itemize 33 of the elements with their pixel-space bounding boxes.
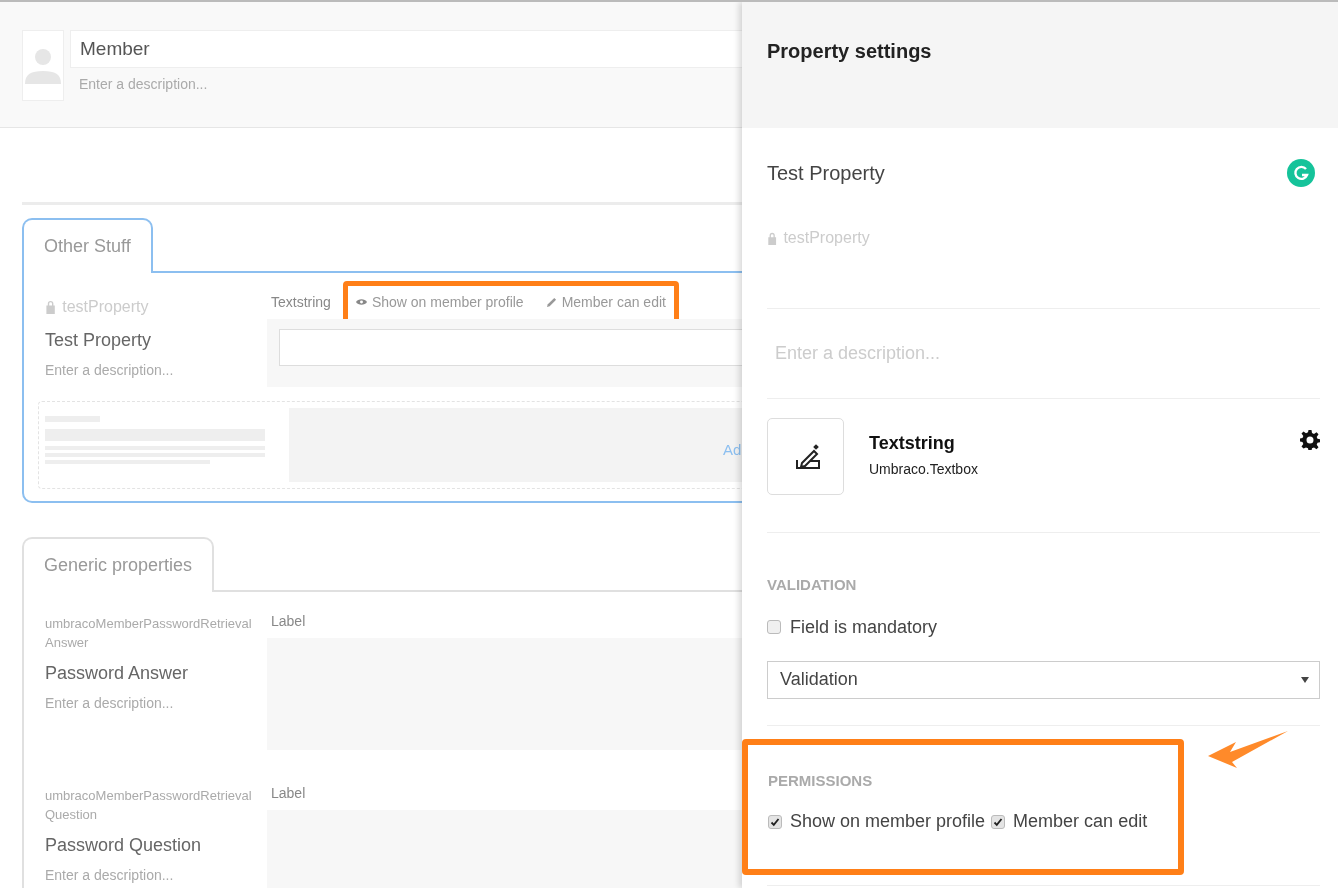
property-name-field[interactable]: Test Property — [767, 158, 1167, 188]
panel-title: Property settings — [767, 40, 932, 62]
permission-label: Show on member profile — [371, 292, 524, 312]
checkbox[interactable] — [768, 814, 782, 829]
property-name: Test Property — [45, 329, 153, 352]
section-heading: PERMISSIONS — [768, 770, 874, 791]
property-alias: umbracoMemberPasswordRetrievalQuestion — [45, 787, 253, 824]
caret-icon — [1301, 676, 1309, 683]
description-field[interactable]: Enter a description... — [45, 360, 245, 381]
property-name: Password Answer — [45, 662, 190, 685]
section-heading: VALIDATION — [767, 575, 858, 595]
property-alias: umbracoMemberPasswordRetrievalAnswer — [45, 615, 253, 652]
validation-select[interactable]: Validation — [767, 660, 1320, 699]
checkbox[interactable] — [991, 814, 1006, 829]
editor-name: Textstring — [869, 432, 956, 455]
permission-label: Member can edit — [561, 292, 666, 312]
eye-icon — [355, 298, 367, 306]
description-field[interactable]: Enter a description... — [70, 74, 742, 95]
text-field[interactable] — [279, 329, 742, 366]
property-name: Password Question — [45, 834, 203, 857]
pencil-icon — [545, 296, 557, 308]
editor-alias: Umbraco.Textbox — [869, 460, 979, 479]
checkbox-label: Show on member profile — [790, 810, 986, 833]
description-field[interactable]: Enter a description... — [45, 693, 245, 714]
checkbox-label: Member can edit — [1013, 810, 1148, 833]
grammar-check-icon[interactable] — [1287, 159, 1315, 187]
settings-icon[interactable] — [1300, 430, 1320, 450]
checkbox[interactable] — [767, 620, 781, 634]
person-icon — [23, 47, 63, 84]
name-field[interactable]: Member — [70, 30, 742, 68]
editor-icon-box[interactable] — [767, 418, 844, 495]
description-field[interactable]: Enter a description... — [45, 865, 245, 886]
checkbox-label: Field is mandatory — [790, 615, 938, 639]
